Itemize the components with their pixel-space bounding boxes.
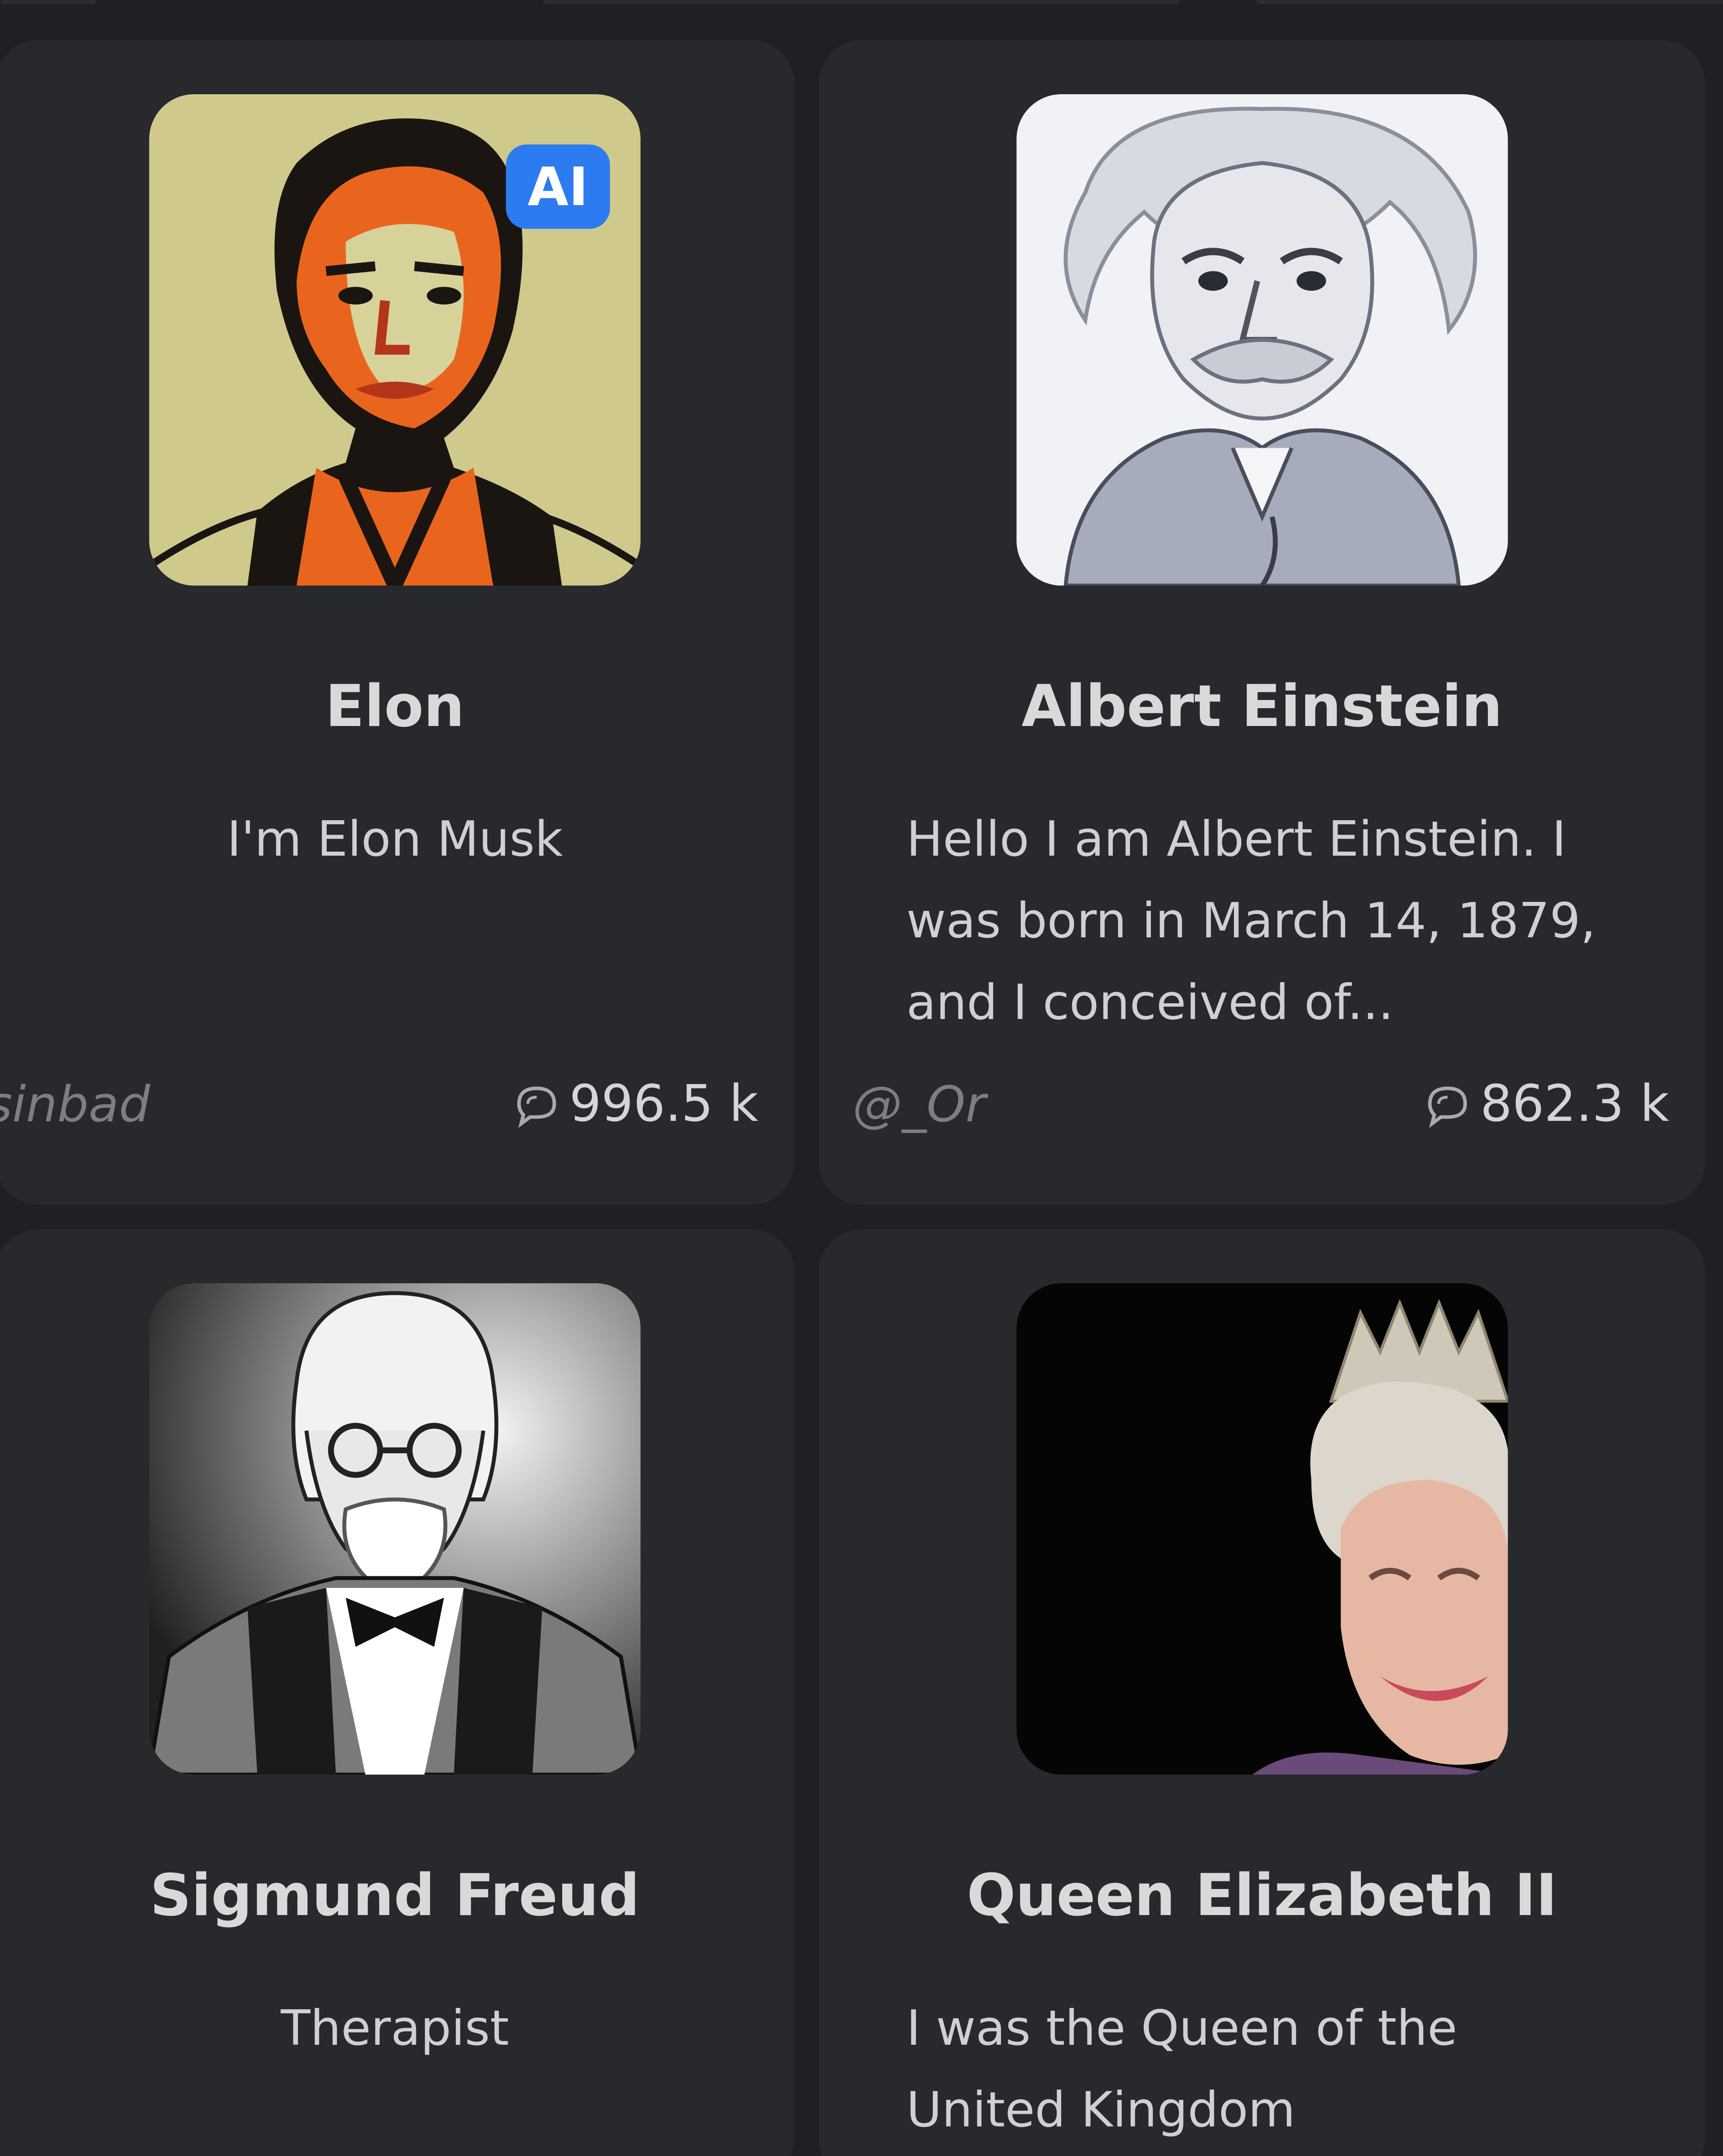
einstein-portrait-icon	[1016, 94, 1508, 586]
chat-count-value: 996.5 k	[569, 1075, 758, 1133]
queen-portrait-icon	[1016, 1283, 1508, 1775]
freud-portrait-icon	[149, 1283, 641, 1775]
avatar-sigmund-freud	[149, 1283, 641, 1775]
avatar-albert-einstein	[1016, 94, 1508, 586]
character-description: Hello I am Albert Einstein. I was born i…	[906, 811, 1596, 1031]
previous-row-edge	[0, 0, 1723, 8]
author-handle[interactable]: sinbad	[0, 1076, 150, 1133]
character-description: Therapist	[280, 2000, 509, 2056]
chat-bubble-icon	[1428, 1086, 1467, 1128]
chat-count: 996.5 k	[510, 1075, 758, 1133]
character-card-sigmund-freud[interactable]: Sigmund Freud Therapist	[0, 1229, 794, 2156]
character-card-albert-einstein[interactable]: Albert Einstein Hello I am Albert Einste…	[819, 40, 1705, 1205]
character-name: Sigmund Freud	[150, 1862, 640, 1929]
character-card-queen-elizabeth-ii[interactable]: Queen Elizabeth II I was the Queen of th…	[819, 1229, 1705, 2156]
chat-count: 862.3 k	[1421, 1075, 1669, 1133]
ai-badge: AI	[506, 144, 610, 229]
character-name: Elon	[325, 673, 465, 740]
chat-bubble-icon	[517, 1086, 556, 1128]
character-name: Albert Einstein	[1021, 673, 1503, 740]
avatar-elon: AI	[149, 94, 641, 586]
character-description: I'm Elon Musk	[227, 811, 563, 867]
chat-count-value: 862.3 k	[1480, 1075, 1669, 1133]
author-handle[interactable]: @_Or	[853, 1076, 986, 1133]
character-name: Queen Elizabeth II	[966, 1862, 1557, 1929]
character-description: I was the Queen of the United Kingdom	[906, 2000, 1457, 2138]
character-grid-page: AI Elon I'm Elon Musk sinbad 996.5 k Alb…	[0, 0, 1723, 2156]
character-card-elon[interactable]: AI Elon I'm Elon Musk sinbad 996.5 k	[0, 40, 794, 1205]
avatar-queen-elizabeth-ii	[1016, 1283, 1508, 1775]
